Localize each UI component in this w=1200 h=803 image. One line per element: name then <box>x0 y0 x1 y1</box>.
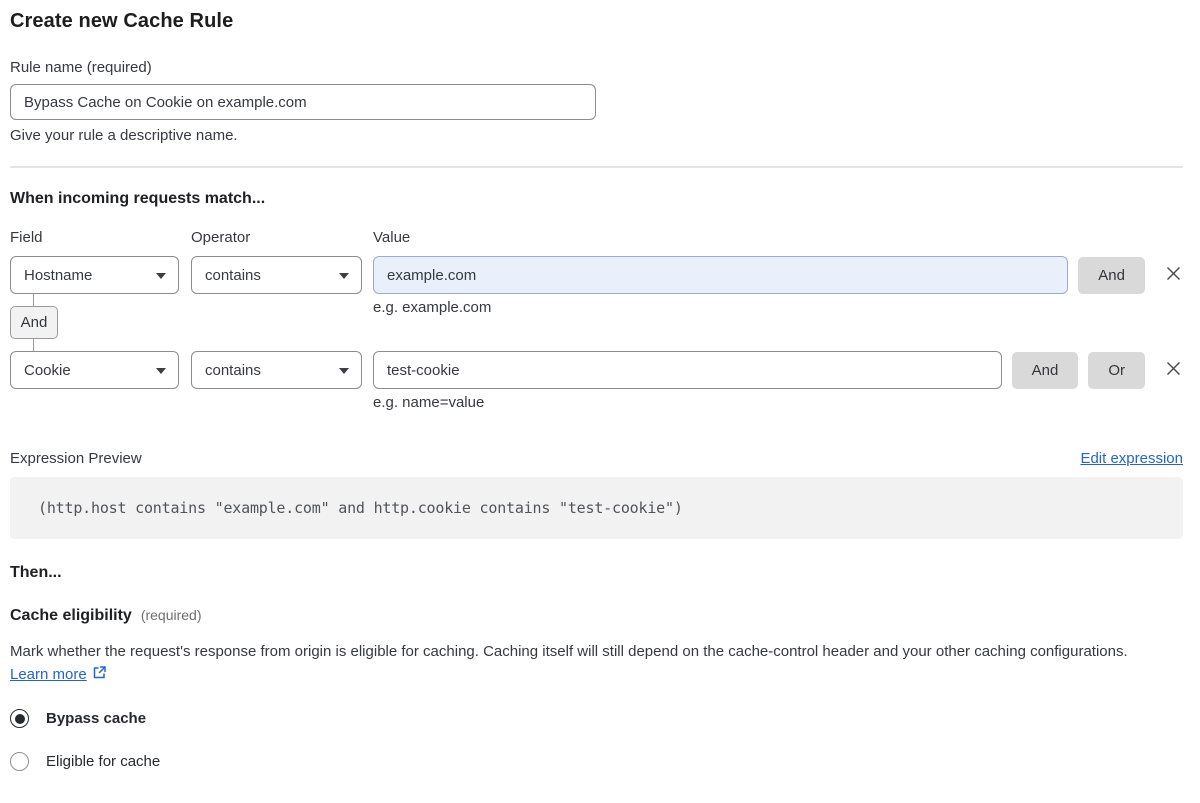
required-tag: (required) <box>140 607 202 623</box>
field-select-1[interactable]: Hostname <box>10 256 179 294</box>
field-select-2[interactable]: Cookie <box>10 351 179 389</box>
value-hint-1: e.g. example.com <box>373 299 492 316</box>
field-column-label: Field <box>10 229 43 246</box>
radio-icon <box>10 752 29 771</box>
close-icon <box>1164 264 1183 286</box>
connector-line-bottom <box>33 339 34 351</box>
page-title: Create new Cache Rule <box>10 10 234 32</box>
section-divider <box>10 166 1183 168</box>
match-heading: When incoming requests match... <box>10 190 266 207</box>
rule-name-help: Give your rule a descriptive name. <box>10 127 238 144</box>
radio-icon <box>10 709 29 728</box>
or-button-row-2[interactable]: Or <box>1088 351 1145 389</box>
and-button-row-1[interactable]: And <box>1078 256 1145 294</box>
and-button-row-2[interactable]: And <box>1011 351 1079 389</box>
learn-more-link[interactable]: Learn more <box>10 666 87 683</box>
remove-condition-2-button[interactable] <box>1164 361 1183 380</box>
close-icon <box>1164 359 1183 381</box>
field-select-2-value: Cookie <box>24 361 71 379</box>
rule-name-input[interactable] <box>10 84 596 120</box>
expression-preview-label: Expression Preview <box>10 450 142 467</box>
rule-name-label: Rule name (required) <box>10 59 152 76</box>
value-hint-2: e.g. name=value <box>373 394 485 411</box>
value-input-1[interactable] <box>373 256 1069 294</box>
then-heading: Then... <box>10 564 62 581</box>
cache-eligibility-heading: Cache eligibility <box>10 607 132 624</box>
connector-band: e.g. example.com And <box>10 294 1183 351</box>
value-input-2[interactable] <box>373 351 1002 389</box>
condition-row-1: Hostname contains And <box>10 256 1183 294</box>
operator-select-1[interactable]: contains <box>191 256 362 294</box>
chevron-down-icon <box>339 273 349 279</box>
connector-and-badge[interactable]: And <box>10 306 58 339</box>
operator-select-1-value: contains <box>205 266 261 284</box>
radio-label: Bypass cache <box>46 710 147 727</box>
operator-select-2-value: contains <box>205 361 261 379</box>
edit-expression-link[interactable]: Edit expression <box>1080 450 1183 467</box>
operator-column-label: Operator <box>191 229 251 246</box>
chevron-down-icon <box>339 368 349 374</box>
operator-select-2[interactable]: contains <box>191 351 362 389</box>
create-cache-rule-page: Create new Cache Rule Rule name (require… <box>0 10 1200 771</box>
chevron-down-icon <box>156 273 166 279</box>
external-link-icon <box>91 664 108 688</box>
field-select-1-value: Hostname <box>24 266 93 284</box>
value-column-label: Value <box>373 229 411 246</box>
radio-label: Eligible for cache <box>46 753 161 770</box>
radio-option-eligible-for-cache[interactable]: Eligible for cache <box>10 752 1183 771</box>
chevron-down-icon <box>156 368 166 374</box>
condition-column-labels: Field Operator Value <box>10 229 1183 246</box>
expression-code-block: (http.host contains "example.com" and ht… <box>10 477 1183 539</box>
connector-line-top <box>33 294 34 306</box>
condition-row-2: Cookie contains And Or <box>10 351 1183 389</box>
radio-option-bypass-cache[interactable]: Bypass cache <box>10 709 1183 728</box>
expression-code: (http.host contains "example.com" and ht… <box>38 499 683 517</box>
remove-condition-1-button[interactable] <box>1164 266 1183 285</box>
cache-eligibility-description: Mark whether the request's response from… <box>10 640 1170 688</box>
